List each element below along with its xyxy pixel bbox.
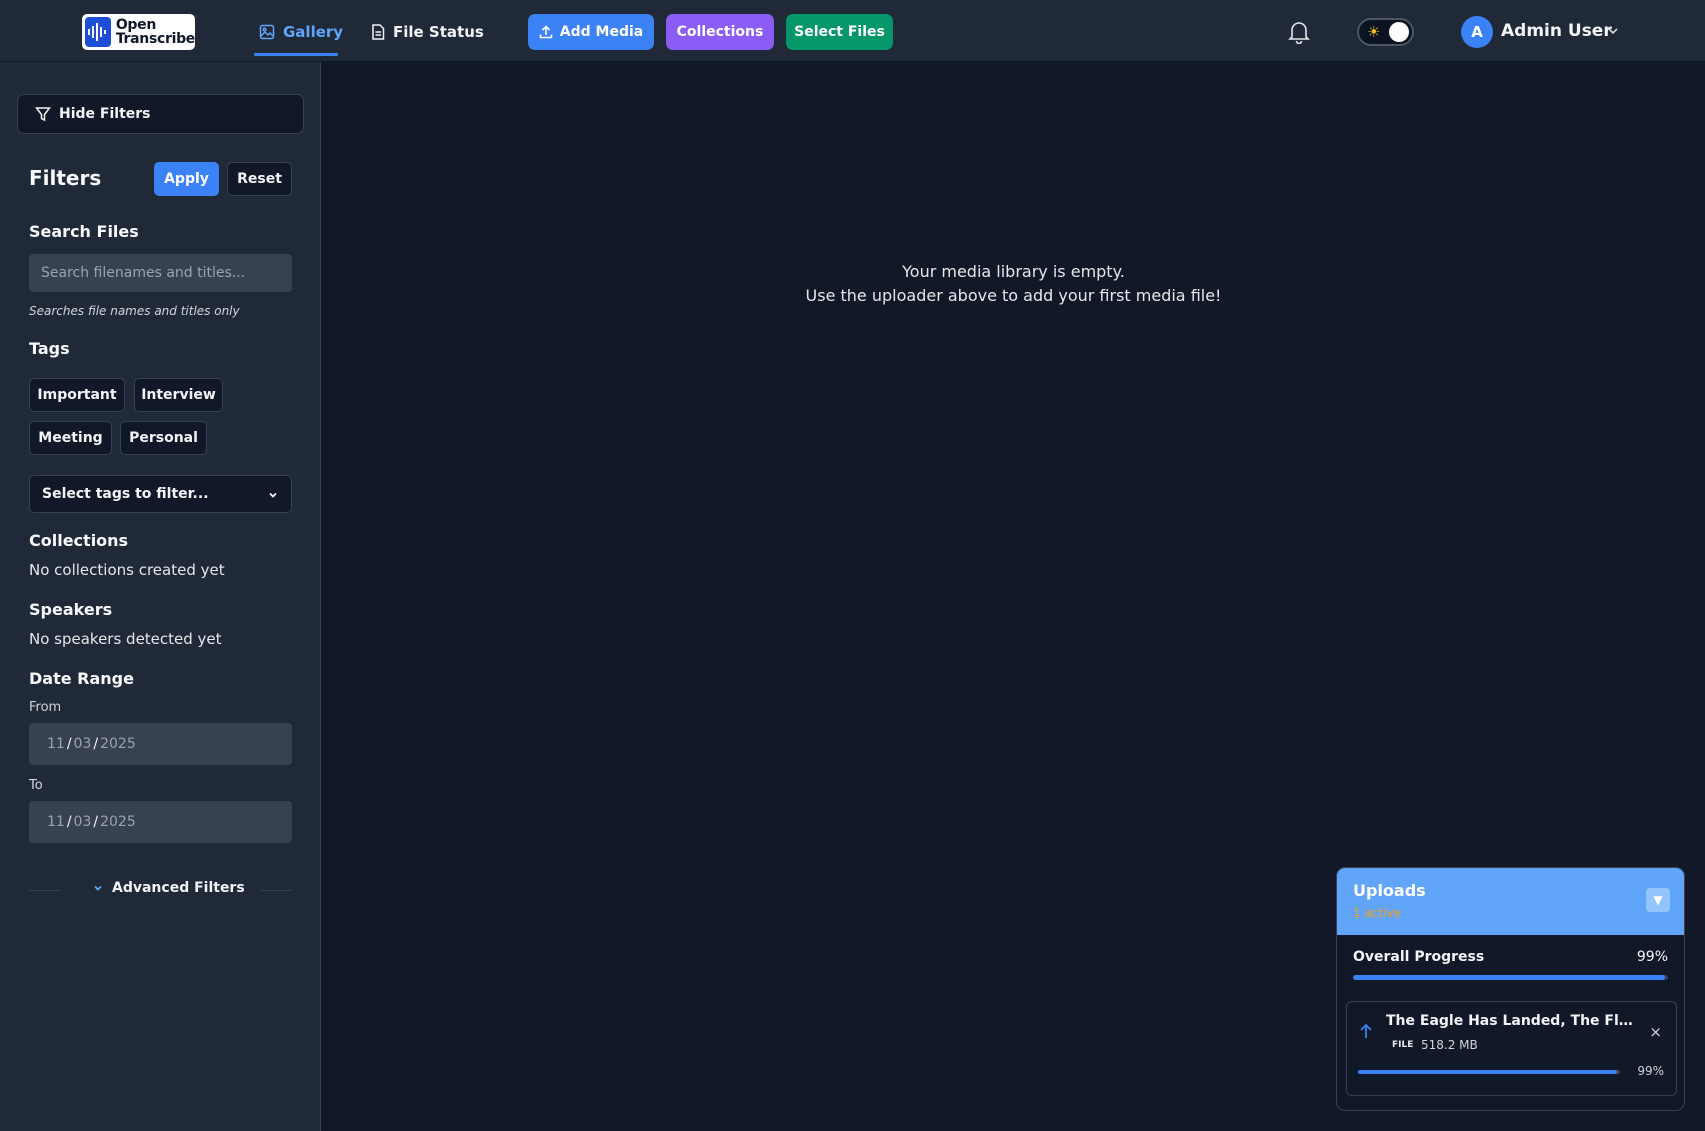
avatar[interactable]: A <box>1461 16 1493 48</box>
tab-file-status-label: File Status <box>393 23 484 41</box>
file-progress-bar <box>1358 1070 1620 1074</box>
tags-heading: Tags <box>29 339 70 358</box>
to-year: 2025 <box>100 814 136 830</box>
collections-heading: Collections <box>29 531 129 550</box>
hide-filters-button[interactable]: Hide Filters <box>17 94 304 134</box>
tag-important[interactable]: Important <box>29 378 125 412</box>
advanced-filters-label: Advanced Filters <box>112 880 245 896</box>
bell-icon[interactable] <box>1288 20 1310 44</box>
chevron-down-icon <box>269 492 277 498</box>
active-tab-indicator <box>254 53 338 56</box>
overall-progress-fill <box>1353 975 1665 980</box>
to-month: 11 <box>47 814 65 830</box>
uploads-active-count: 1 active <box>1353 906 1401 920</box>
upload-file-item: The Eagle Has Landed, The Flight ... FIL… <box>1346 1001 1677 1096</box>
empty-library-message: Your media library is empty. Use the upl… <box>322 260 1705 308</box>
apply-button[interactable]: Apply <box>154 162 219 196</box>
collections-label: Collections <box>676 24 764 40</box>
collections-button[interactable]: Collections <box>666 14 774 50</box>
empty-line-1: Your media library is empty. <box>902 262 1125 281</box>
overall-progress-percent: 99% <box>1636 949 1668 965</box>
tag-meeting[interactable]: Meeting <box>29 421 112 455</box>
from-label: From <box>29 700 62 715</box>
collections-empty-text: No collections created yet <box>29 561 225 579</box>
logo-text: Open Transcribe <box>115 17 195 47</box>
tag-personal[interactable]: Personal <box>120 421 207 455</box>
document-icon <box>372 24 385 40</box>
empty-line-2: Use the uploader above to add your first… <box>805 286 1222 305</box>
upload-file-percent: 99% <box>1637 1064 1664 1078</box>
top-navigation-bar: Open Transcribe Gallery File Status Add … <box>0 0 1705 62</box>
divider-left <box>29 890 61 891</box>
to-label: To <box>29 778 43 793</box>
reset-button[interactable]: Reset <box>227 162 292 196</box>
tab-gallery[interactable]: Gallery <box>259 16 343 48</box>
speakers-empty-text: No speakers detected yet <box>29 630 222 648</box>
upload-file-name: The Eagle Has Landed, The Flight ... <box>1386 1013 1636 1029</box>
hide-filters-label: Hide Filters <box>59 106 151 122</box>
advanced-filters-toggle[interactable]: Advanced Filters <box>92 880 245 896</box>
select-files-label: Select Files <box>794 24 885 40</box>
overall-progress-bar <box>1353 975 1668 980</box>
add-media-button[interactable]: Add Media <box>528 14 654 50</box>
tag-select-placeholder: Select tags to filter... <box>42 486 209 502</box>
to-date-input[interactable]: 11 / 03 / 2025 <box>29 801 292 843</box>
upload-icon <box>539 25 553 39</box>
toggle-knob <box>1389 22 1409 42</box>
add-media-label: Add Media <box>559 24 644 40</box>
filters-title: Filters <box>29 166 102 190</box>
from-date-input[interactable]: 11 / 03 / 2025 <box>29 723 292 765</box>
from-year: 2025 <box>100 736 136 752</box>
search-hint: Searches file names and titles only <box>29 304 240 318</box>
arrow-up-icon <box>1360 1023 1372 1038</box>
filters-sidebar: Hide Filters Filters Apply Reset Search … <box>0 62 321 1131</box>
file-progress-fill <box>1358 1070 1618 1074</box>
upload-file-type-badge: FILE <box>1392 1040 1414 1050</box>
theme-toggle[interactable]: ☀ <box>1357 18 1414 46</box>
from-month: 11 <box>47 736 65 752</box>
select-files-button[interactable]: Select Files <box>786 14 893 50</box>
tab-file-status[interactable]: File Status <box>371 16 484 48</box>
user-name[interactable]: Admin User <box>1501 21 1612 41</box>
uploads-panel: Uploads 1 active ▼ Overall Progress 99% … <box>1336 867 1685 1111</box>
tag-interview[interactable]: Interview <box>134 378 223 412</box>
filter-icon <box>35 107 51 122</box>
date-range-heading: Date Range <box>29 669 134 688</box>
speakers-heading: Speakers <box>29 600 113 619</box>
chevron-down-icon[interactable] <box>1606 24 1620 38</box>
upload-file-size: 518.2 MB <box>1421 1038 1478 1052</box>
image-icon <box>259 24 275 40</box>
overall-progress-label: Overall Progress <box>1353 949 1485 965</box>
search-files-heading: Search Files <box>29 222 139 241</box>
search-input[interactable] <box>29 254 292 292</box>
divider-right <box>261 890 292 891</box>
sun-icon: ☀ <box>1367 23 1381 41</box>
tab-gallery-label: Gallery <box>283 23 344 41</box>
tag-select-dropdown[interactable]: Select tags to filter... <box>29 475 292 513</box>
to-day: 03 <box>73 814 92 830</box>
from-day: 03 <box>73 736 92 752</box>
uploads-header[interactable]: Uploads 1 active ▼ <box>1337 868 1684 935</box>
collapse-uploads-button[interactable]: ▼ <box>1646 888 1670 912</box>
uploads-title: Uploads <box>1353 881 1426 900</box>
app-logo[interactable]: Open Transcribe <box>82 14 195 50</box>
chevron-down-icon <box>94 885 102 891</box>
cancel-upload-button[interactable]: × <box>1649 1023 1662 1041</box>
waveform-logo-icon <box>85 17 111 47</box>
